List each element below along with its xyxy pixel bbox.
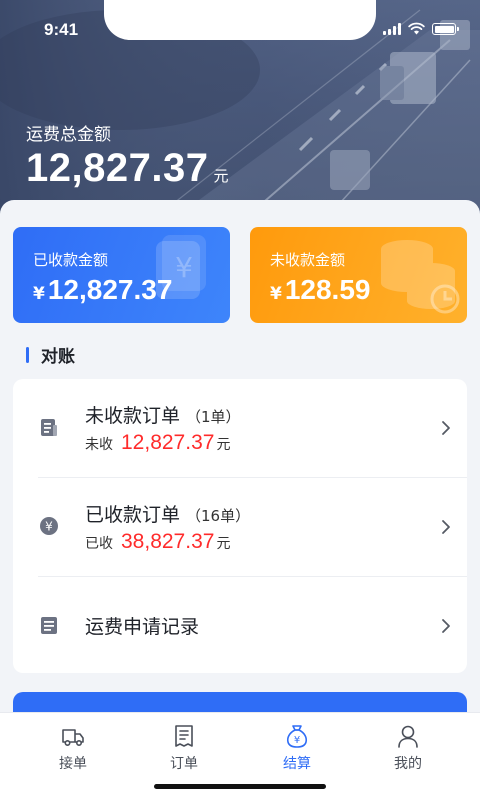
tab-label: 接单 [59,756,87,772]
yen-coin-icon: ¥ [40,517,58,535]
cellular-signal-icon [383,22,401,35]
row-title: 已收款订单 （16单） [85,500,250,527]
unreceived-amount-card[interactable]: 未收款金额 ¥ 128.59 [250,227,467,323]
unreceived-amount: ¥ 128.59 [270,274,370,306]
home-indicator [154,784,326,789]
unreceived-amount-value: 128.59 [284,274,371,305]
total-freight-label: 运费总金额 [26,125,111,145]
received-currency: ¥ [33,284,45,304]
tab-take-orders[interactable]: 接单 [33,723,113,773]
received-amount-value: 12,827.37 [47,274,173,305]
unreceived-sub-unit: 元 [216,437,231,453]
chevron-right-icon [442,520,450,534]
received-orders-row[interactable]: ¥ 已收款订单 （16单） 已收 38,827.37 元 [13,478,467,576]
document-icon [41,419,57,436]
row-subtitle: 未收 12,827.37 元 [85,431,230,455]
tab-label: 我的 [394,756,422,772]
coins-clock-icon [381,240,460,314]
received-sub-label: 已收 [85,536,113,552]
total-freight-amount: 12,827.37 元 [26,146,228,191]
received-amount: ¥ 12,827.37 [33,274,172,306]
received-sub-unit: 元 [216,536,231,552]
hero-banner: 9:41 运费总金额 12,827.37 元 [0,0,480,214]
svg-text:¥: ¥ [294,735,300,746]
chevron-right-icon [442,619,450,633]
received-amount-card[interactable]: ¥ 已收款金额 ¥ 12,827.37 [13,227,230,323]
status-time: 9:41 [44,20,79,39]
person-icon [398,725,418,748]
section-accent-bar [26,346,29,363]
tab-settlement[interactable]: ¥ 结算 [257,723,337,773]
row-subtitle: 已收 38,827.37 元 [85,530,230,554]
reconciliation-list: 未收款订单 （1单） 未收 12,827.37 元 ¥ 已收款订单 （16单） 已收… [13,379,467,673]
unreceived-sub-label: 未收 [85,437,113,453]
wifi-icon [408,22,425,35]
tab-label: 结算 [283,756,311,772]
total-freight-unit: 元 [213,167,229,185]
svg-text:¥: ¥ [45,520,53,534]
row-title: 运费申请记录 [85,612,199,639]
received-amount-title: 已收款金额 [33,251,109,269]
freight-application-records-title: 运费申请记录 [85,616,200,638]
status-icons [383,22,459,35]
record-icon [41,617,57,634]
unreceived-currency: ¥ [270,284,282,304]
tab-label: 订单 [170,756,198,772]
tab-mine[interactable]: 我的 [368,723,448,773]
unreceived-amount-title: 未收款金额 [270,251,346,269]
chevron-right-icon [442,421,450,435]
truck-icon [62,729,84,746]
tab-orders[interactable]: 订单 [144,723,224,773]
order-list-icon [175,725,193,747]
unreceived-orders-row[interactable]: 未收款订单 （1单） 未收 12,827.37 元 [13,379,467,477]
freight-application-records-row[interactable]: 运费申请记录 [13,577,467,675]
received-orders-count: （16单） [186,507,251,525]
device-notch [104,0,376,40]
received-sub-value: 38,827.37 [121,530,215,553]
battery-icon [432,23,459,35]
svg-text:¥: ¥ [175,251,193,284]
money-bag-icon: ¥ [286,725,308,748]
unreceived-orders-count: （1单） [186,408,241,426]
total-freight-value: 12,827.37 [26,146,209,190]
reconciliation-section-header: 对账 [26,342,75,367]
unreceived-sub-value: 12,827.37 [121,431,215,454]
row-title: 未收款订单 （1单） [85,401,241,428]
received-orders-title: 已收款订单 [85,504,181,526]
unreceived-orders-title: 未收款订单 [85,405,181,427]
section-title: 对账 [41,347,75,367]
